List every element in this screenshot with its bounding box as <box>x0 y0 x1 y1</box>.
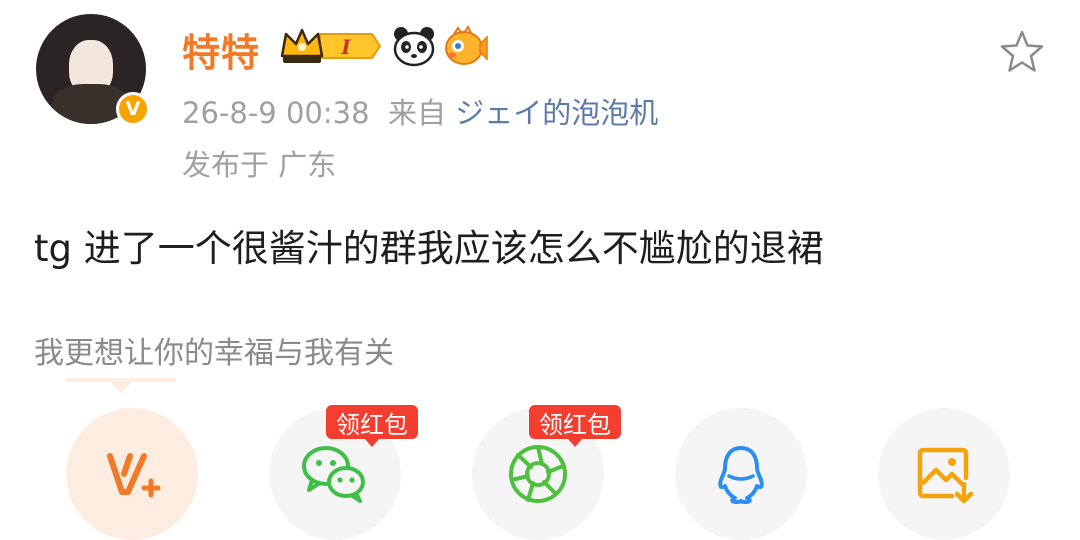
post-meta: 26-8-9 00:38 来自 ジェイ的泡泡机 <box>182 90 658 132</box>
post-content[interactable]: tg 进了一个很酱汁的群我应该怎么不尴尬的退裙 <box>34 218 824 272</box>
post-location: 发布于 广东 <box>182 148 337 182</box>
red-packet-tag: 领红包 <box>326 405 418 447</box>
post-timestamp: 26-8-9 00:38 <box>182 96 370 130</box>
source-prefix: 来自 <box>387 96 446 130</box>
source-link[interactable]: ジェイ的泡泡机 <box>455 96 658 130</box>
avatar[interactable]: V <box>36 14 150 126</box>
red-packet-tag: 领红包 <box>529 405 621 447</box>
share-hint-text: 我更想让你的幸福与我有关 <box>34 336 394 371</box>
share-weibo-v-button[interactable] <box>66 408 198 540</box>
save-image-icon <box>917 447 974 504</box>
favorite-star-icon[interactable] <box>998 28 1046 76</box>
selection-pointer <box>66 378 176 393</box>
share-qq-button[interactable] <box>675 408 807 540</box>
qq-icon <box>718 446 764 504</box>
panda-badge-icon[interactable] <box>392 24 436 68</box>
fish-badge-icon[interactable] <box>442 24 488 68</box>
share-save-image-button[interactable] <box>878 408 1010 540</box>
verified-badge-icon: V <box>116 92 150 126</box>
moments-icon <box>509 445 567 503</box>
author-name[interactable]: 特特 <box>182 22 260 77</box>
v-plus-icon <box>107 453 161 498</box>
crown-level-badge-icon[interactable]: I <box>280 26 384 66</box>
wechat-icon <box>302 446 365 503</box>
crown-level-text: I <box>340 35 351 59</box>
